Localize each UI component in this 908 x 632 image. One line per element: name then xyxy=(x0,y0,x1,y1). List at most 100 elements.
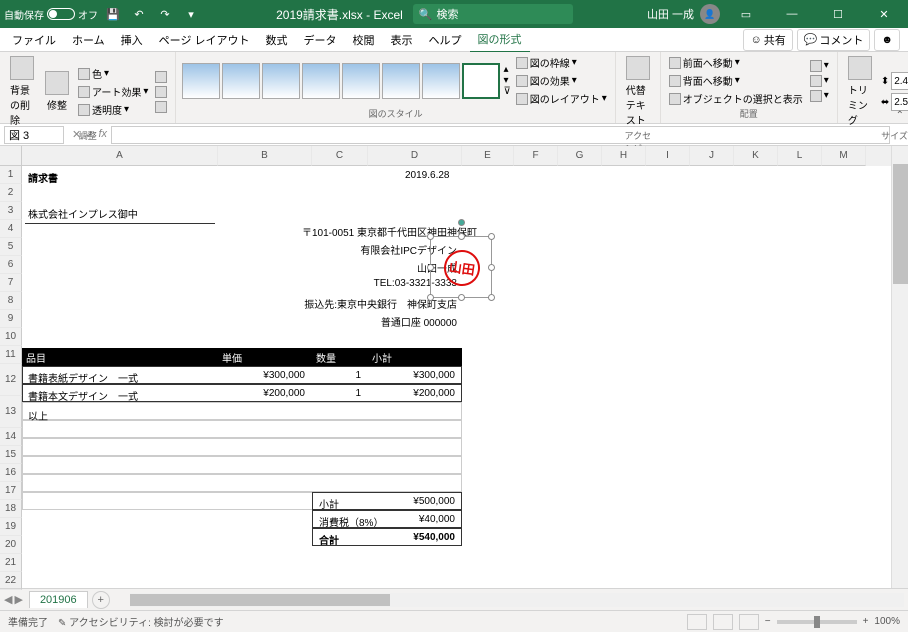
group-icon[interactable]: ▾ xyxy=(808,74,831,88)
sheet-tab[interactable]: 201906 xyxy=(29,591,88,608)
row-header[interactable]: 22 xyxy=(0,572,22,590)
row-header[interactable]: 6 xyxy=(0,256,22,274)
alt-text-button[interactable]: 代替テキスト xyxy=(622,54,654,129)
remove-bg-button[interactable]: 背景の削除 xyxy=(6,54,38,129)
share-button[interactable]: ☺ 共有 xyxy=(743,29,792,51)
tab-insert[interactable]: 挿入 xyxy=(113,28,151,52)
horizontal-scrollbar[interactable] xyxy=(130,593,904,607)
tab-home[interactable]: ホーム xyxy=(64,28,113,52)
compress-icon[interactable] xyxy=(153,70,169,84)
formula-input[interactable] xyxy=(111,126,890,144)
save-icon[interactable]: 💾 xyxy=(102,3,124,25)
col-header[interactable]: H xyxy=(602,146,646,166)
row-header[interactable]: 14 xyxy=(0,428,22,446)
zoom-level[interactable]: 100% xyxy=(874,616,900,627)
width-input[interactable]: ⬌ xyxy=(879,92,908,112)
row-header[interactable]: 19 xyxy=(0,518,22,536)
gallery-more-icon[interactable]: ▴▾⊽ xyxy=(503,64,510,97)
close-icon[interactable]: ✕ xyxy=(864,0,904,28)
row-header[interactable]: 7 xyxy=(0,274,22,292)
minimize-icon[interactable]: — xyxy=(772,0,812,28)
undo-icon[interactable]: ↶ xyxy=(128,3,150,25)
ribbon-mode-icon[interactable]: ▭ xyxy=(726,0,766,28)
redo-icon[interactable]: ↷ xyxy=(154,3,176,25)
user-avatar-icon[interactable]: 👤 xyxy=(700,4,720,24)
col-header[interactable]: E xyxy=(462,146,514,166)
col-header[interactable]: D xyxy=(368,146,462,166)
tab-layout[interactable]: ページ レイアウト xyxy=(151,28,258,52)
col-header[interactable]: M xyxy=(822,146,866,166)
picture-border-button[interactable]: 図の枠線 ▾ xyxy=(514,54,609,71)
page-layout-view-icon[interactable] xyxy=(713,614,733,630)
row-header[interactable]: 21 xyxy=(0,554,22,572)
col-header[interactable]: B xyxy=(218,146,312,166)
add-sheet-button[interactable]: + xyxy=(92,591,110,609)
comment-button[interactable]: 💬 コメント xyxy=(797,29,871,51)
row-header[interactable]: 10 xyxy=(0,328,22,346)
sheet-nav-next-icon[interactable]: ▶ xyxy=(14,593,22,606)
picture-effects-button[interactable]: 図の効果 ▾ xyxy=(514,72,609,89)
zoom-out-icon[interactable]: − xyxy=(765,616,771,627)
crop-button[interactable]: トリミング xyxy=(844,54,876,129)
normal-view-icon[interactable] xyxy=(687,614,707,630)
tab-picture-format[interactable]: 図の形式 xyxy=(470,27,530,53)
qat-more-icon[interactable]: ▾ xyxy=(180,3,202,25)
rotate-icon[interactable]: ▾ xyxy=(808,89,831,103)
col-header[interactable]: G xyxy=(558,146,602,166)
send-backward-button[interactable]: 背面へ移動 ▾ xyxy=(667,72,805,89)
row-header[interactable]: 4 xyxy=(0,220,22,238)
vertical-scrollbar[interactable] xyxy=(891,146,908,588)
tab-help[interactable]: ヘルプ xyxy=(421,28,470,52)
select-all-corner[interactable] xyxy=(0,146,22,166)
zoom-slider[interactable] xyxy=(777,620,857,624)
col-header[interactable]: L xyxy=(778,146,822,166)
picture-layout-button[interactable]: 図のレイアウト ▾ xyxy=(514,90,609,107)
search-box[interactable]: 🔍 検索 xyxy=(413,4,573,24)
col-header[interactable]: I xyxy=(646,146,690,166)
tab-data[interactable]: データ xyxy=(296,28,345,52)
row-header[interactable]: 1 xyxy=(0,166,22,184)
zoom-in-icon[interactable]: + xyxy=(863,616,869,627)
row-header[interactable]: 12 xyxy=(0,364,22,396)
tab-file[interactable]: ファイル xyxy=(4,28,64,52)
row-header[interactable]: 5 xyxy=(0,238,22,256)
corrections-button[interactable]: 修整 xyxy=(41,69,73,114)
align-icon[interactable]: ▾ xyxy=(808,59,831,73)
col-header[interactable]: A xyxy=(22,146,218,166)
height-input[interactable]: ⬍ xyxy=(879,71,908,91)
tab-view[interactable]: 表示 xyxy=(383,28,421,52)
row-header[interactable]: 3 xyxy=(0,202,22,220)
picture-selection[interactable] xyxy=(430,236,492,298)
selection-pane-button[interactable]: オブジェクトの選択と表示 xyxy=(667,90,805,107)
row-header[interactable]: 11 xyxy=(0,346,22,364)
bring-forward-button[interactable]: 前面へ移動 ▾ xyxy=(667,54,805,71)
sheet-nav-prev-icon[interactable]: ◀ xyxy=(4,593,12,606)
collapse-ribbon-icon[interactable]: ⌃ xyxy=(896,110,904,121)
autosave-toggle[interactable]: 自動保存 オフ xyxy=(4,7,98,22)
change-pic-icon[interactable] xyxy=(153,85,169,99)
tab-formulas[interactable]: 数式 xyxy=(258,28,296,52)
row-header[interactable]: 13 xyxy=(0,396,22,428)
transparency-button[interactable]: 透明度 ▾ xyxy=(76,101,150,118)
col-header[interactable]: K xyxy=(734,146,778,166)
status-a11y[interactable]: ✎ アクセシビリティ: 検討が必要です xyxy=(58,614,224,629)
row-header[interactable]: 8 xyxy=(0,292,22,310)
row-header[interactable]: 2 xyxy=(0,184,22,202)
reset-pic-icon[interactable] xyxy=(153,100,169,114)
maximize-icon[interactable]: ☐ xyxy=(818,0,858,28)
page-break-view-icon[interactable] xyxy=(739,614,759,630)
row-header[interactable]: 17 xyxy=(0,482,22,500)
col-header[interactable]: F xyxy=(514,146,558,166)
picture-styles-gallery[interactable] xyxy=(182,63,500,99)
col-header[interactable]: C xyxy=(312,146,368,166)
row-header[interactable]: 15 xyxy=(0,446,22,464)
artistic-effects-button[interactable]: アート効果 ▾ xyxy=(76,83,150,100)
row-header[interactable]: 20 xyxy=(0,536,22,554)
row-header[interactable]: 9 xyxy=(0,310,22,328)
row-header[interactable]: 16 xyxy=(0,464,22,482)
color-button[interactable]: 色 ▾ xyxy=(76,65,150,82)
row-header[interactable]: 18 xyxy=(0,500,22,518)
help-icon[interactable]: ☻ xyxy=(874,29,900,51)
col-header[interactable]: J xyxy=(690,146,734,166)
tab-review[interactable]: 校閲 xyxy=(345,28,383,52)
